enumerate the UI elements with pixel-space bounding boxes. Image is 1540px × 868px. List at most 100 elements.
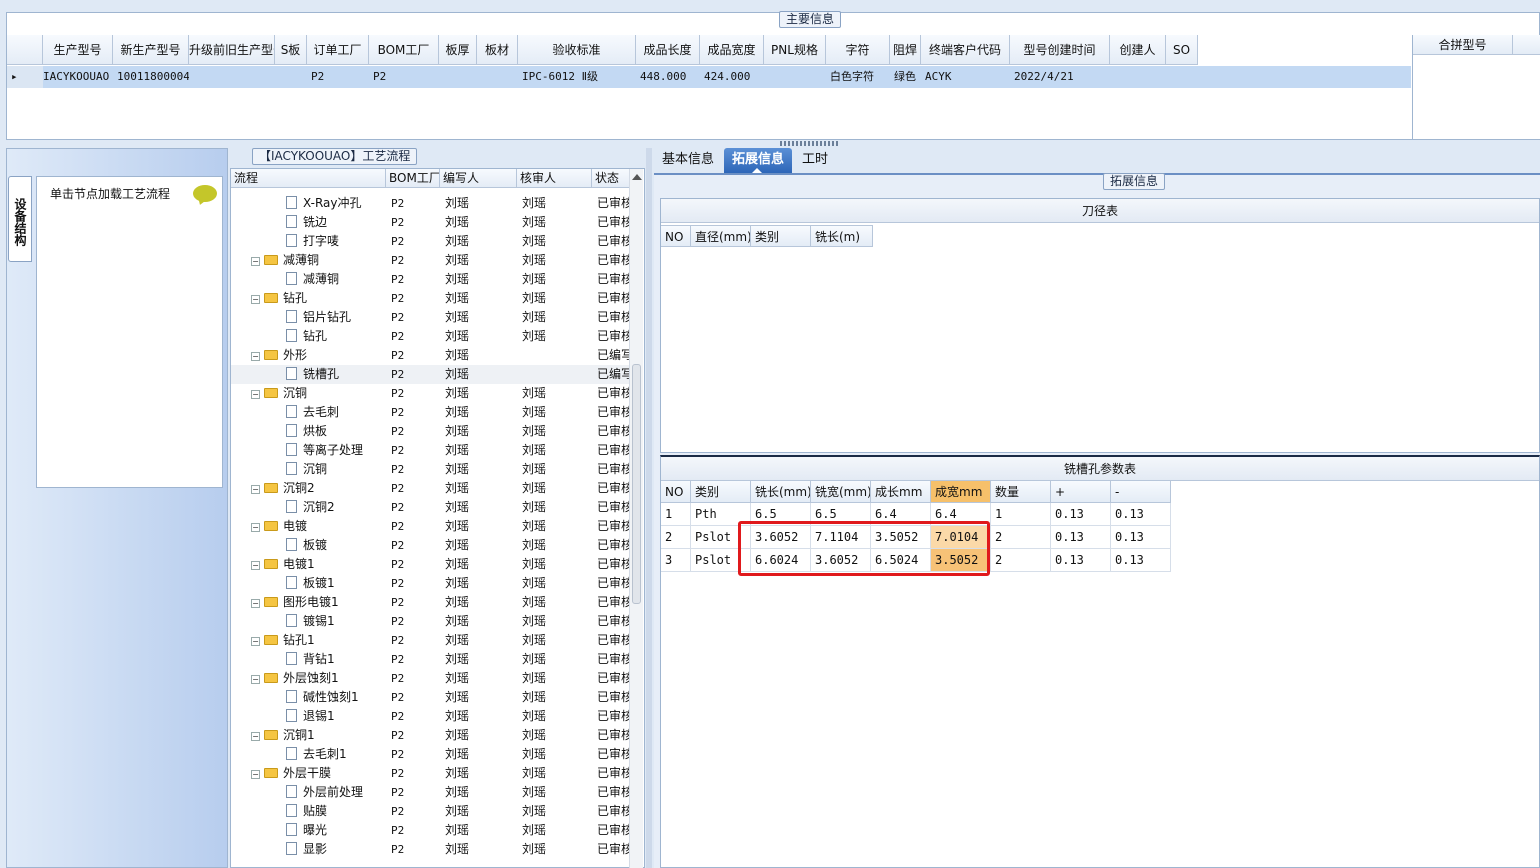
tree-node[interactable]: X-Ray冲孔 xyxy=(231,194,386,213)
scroll-up-arrow[interactable] xyxy=(632,174,642,180)
tree-node[interactable]: 曝光 xyxy=(231,821,386,840)
tree-row[interactable]: − 外层干膜 P2 刘瑶 刘瑶 已审核 xyxy=(231,764,632,783)
tree-row[interactable]: − 外形 P2 刘瑶 已编写 xyxy=(231,346,632,365)
tree-node[interactable]: − 减薄铜 xyxy=(231,251,386,270)
main-col-header[interactable]: 板材 xyxy=(477,35,518,65)
tree-row[interactable]: 板镀1 P2 刘瑶 刘瑶 已审核 xyxy=(231,574,632,593)
tree-node[interactable]: − 外层干膜 xyxy=(231,764,386,783)
tree-node[interactable]: 去毛刺 xyxy=(231,403,386,422)
main-col-header[interactable]: 型号创建时间 xyxy=(1010,35,1110,65)
tree-node[interactable]: − 沉铜 xyxy=(231,384,386,403)
main-row-cell[interactable]: IPC-6012 Ⅱ级 xyxy=(518,66,636,88)
main-row-cell[interactable] xyxy=(477,66,518,88)
tree-node[interactable]: 烘板 xyxy=(231,422,386,441)
tree-node[interactable]: − 钻孔1 xyxy=(231,631,386,650)
tree-node[interactable]: 板镀1 xyxy=(231,574,386,593)
main-col-header[interactable]: 创建人 xyxy=(1110,35,1166,65)
tree-row[interactable]: 沉铜 P2 刘瑶 刘瑶 已审核 xyxy=(231,460,632,479)
slot-col-header[interactable]: 数量 xyxy=(991,481,1051,503)
slot-cell[interactable]: 0.13 xyxy=(1051,503,1111,526)
slot-cell[interactable]: 2 xyxy=(991,526,1051,549)
slot-cell[interactable]: 0.13 xyxy=(1051,526,1111,549)
main-info-row[interactable]: ▸IACYKOOUAO10011800004813 P2P2 IPC-6012 Ⅱ级… xyxy=(7,66,1411,88)
tool-col-header[interactable]: 铣长(m) xyxy=(811,225,873,247)
main-row-cell[interactable]: ACYK xyxy=(921,66,1010,88)
main-row-cell[interactable] xyxy=(764,66,826,88)
vertical-splitter[interactable] xyxy=(646,148,652,868)
tree-node[interactable]: 贴膜 xyxy=(231,802,386,821)
process-col-header[interactable]: 状态 xyxy=(592,169,632,188)
main-col-header[interactable]: 成品宽度 xyxy=(700,35,764,65)
main-row-cell[interactable]: IACYKOOUAO xyxy=(39,66,113,88)
main-col-header[interactable]: 字符 xyxy=(826,35,890,65)
tool-col-header[interactable]: NO xyxy=(661,225,691,247)
merge-model-header-extra[interactable] xyxy=(1513,35,1540,55)
tree-row[interactable]: − 钻孔 P2 刘瑶 刘瑶 已审核 xyxy=(231,289,632,308)
slot-cell[interactable]: 0.13 xyxy=(1111,503,1171,526)
slot-cell[interactable]: 0.13 xyxy=(1111,526,1171,549)
main-row-cell[interactable] xyxy=(439,66,477,88)
collapse-toggle-icon[interactable]: − xyxy=(251,637,260,646)
tree-node[interactable]: 等离子处理 xyxy=(231,441,386,460)
process-col-header[interactable]: 核审人 xyxy=(517,169,592,188)
tree-row[interactable]: 烘板 P2 刘瑶 刘瑶 已审核 xyxy=(231,422,632,441)
tree-node[interactable]: 减薄铜 xyxy=(231,270,386,289)
tree-node[interactable]: 铣槽孔 xyxy=(231,365,386,384)
tab-work-hours[interactable]: 工时 xyxy=(794,148,836,173)
tree-node[interactable]: 显影 xyxy=(231,840,386,859)
tree-row[interactable]: − 钻孔1 P2 刘瑶 刘瑶 已审核 xyxy=(231,631,632,650)
tree-node[interactable]: 沉铜2 xyxy=(231,498,386,517)
main-col-header[interactable]: 验收标准 xyxy=(518,35,636,65)
tree-row[interactable]: 外层前处理 P2 刘瑶 刘瑶 已审核 xyxy=(231,783,632,802)
splitter-grip[interactable] xyxy=(780,141,840,146)
tree-node[interactable]: 钻孔 xyxy=(231,327,386,346)
collapse-toggle-icon[interactable]: − xyxy=(251,770,260,779)
main-col-header[interactable]: SO xyxy=(1166,35,1198,65)
main-col-header[interactable]: 新生产型号 xyxy=(113,35,189,65)
collapse-toggle-icon[interactable]: − xyxy=(251,599,260,608)
tree-row[interactable]: 打字唛 P2 刘瑶 刘瑶 已审核 xyxy=(231,232,632,251)
main-row-cell[interactable]: 448.000 xyxy=(636,66,700,88)
main-col-header[interactable]: 生产型号 xyxy=(43,35,113,65)
tree-node[interactable]: 去毛刺1 xyxy=(231,745,386,764)
main-row-cell[interactable]: P2 xyxy=(369,66,439,88)
tree-row[interactable]: 去毛刺1 P2 刘瑶 刘瑶 已审核 xyxy=(231,745,632,764)
tool-col-header[interactable]: 类别 xyxy=(751,225,811,247)
tree-row[interactable]: − 沉铜2 P2 刘瑶 刘瑶 已审核 xyxy=(231,479,632,498)
tree-row[interactable]: 沉铜2 P2 刘瑶 刘瑶 已审核 xyxy=(231,498,632,517)
tree-row[interactable]: − 沉铜1 P2 刘瑶 刘瑶 已审核 xyxy=(231,726,632,745)
tree-node[interactable]: 铣边 xyxy=(231,213,386,232)
tree-row[interactable]: 背钻1 P2 刘瑶 刘瑶 已审核 xyxy=(231,650,632,669)
main-row-cell[interactable] xyxy=(1110,66,1166,88)
tree-node[interactable]: 镀锡1 xyxy=(231,612,386,631)
tree-node[interactable]: − 沉铜2 xyxy=(231,479,386,498)
tool-col-header[interactable]: 直径(mm) xyxy=(691,225,751,247)
process-col-header[interactable]: 编写人 xyxy=(440,169,517,188)
tree-node[interactable]: − 外形 xyxy=(231,346,386,365)
tree-row[interactable]: − 减薄铜 P2 刘瑶 刘瑶 已审核 xyxy=(231,251,632,270)
tree-row[interactable]: 曝光 P2 刘瑶 刘瑶 已审核 xyxy=(231,821,632,840)
collapse-toggle-icon[interactable]: − xyxy=(251,390,260,399)
tree-node[interactable]: − 外层蚀刻1 xyxy=(231,669,386,688)
tree-node[interactable]: 碱性蚀刻1 xyxy=(231,688,386,707)
tree-row[interactable]: 钻孔 P2 刘瑶 刘瑶 已审核 xyxy=(231,327,632,346)
tree-row[interactable]: 等离子处理 P2 刘瑶 刘瑶 已审核 xyxy=(231,441,632,460)
tree-node[interactable]: − 电镀1 xyxy=(231,555,386,574)
side-tab-device-structure[interactable]: 设备结构 xyxy=(8,176,32,262)
main-col-header[interactable]: 升级前旧生产型号 xyxy=(189,35,275,65)
tree-row[interactable]: − 外层蚀刻1 P2 刘瑶 刘瑶 已审核 xyxy=(231,669,632,688)
process-col-header[interactable]: 流程 xyxy=(231,169,386,188)
main-col-header[interactable]: 终端客户代码 xyxy=(921,35,1010,65)
slot-col-header[interactable]: - xyxy=(1111,481,1171,503)
main-col-header[interactable]: S板 xyxy=(275,35,307,65)
tree-row[interactable]: 铣槽孔 P2 刘瑶 已编写 xyxy=(231,365,632,384)
collapse-toggle-icon[interactable]: − xyxy=(251,352,260,361)
tree-row[interactable]: − 图形电镀1 P2 刘瑶 刘瑶 已审核 xyxy=(231,593,632,612)
tree-node[interactable]: 打字唛 xyxy=(231,232,386,251)
tree-row[interactable]: 铣边 P2 刘瑶 刘瑶 已审核 xyxy=(231,213,632,232)
tree-node[interactable]: 外层前处理 xyxy=(231,783,386,802)
tree-row[interactable]: 减薄铜 P2 刘瑶 刘瑶 已审核 xyxy=(231,270,632,289)
collapse-toggle-icon[interactable]: − xyxy=(251,732,260,741)
tree-row[interactable]: − 电镀 P2 刘瑶 刘瑶 已审核 xyxy=(231,517,632,536)
slot-col-header[interactable]: + xyxy=(1051,481,1111,503)
